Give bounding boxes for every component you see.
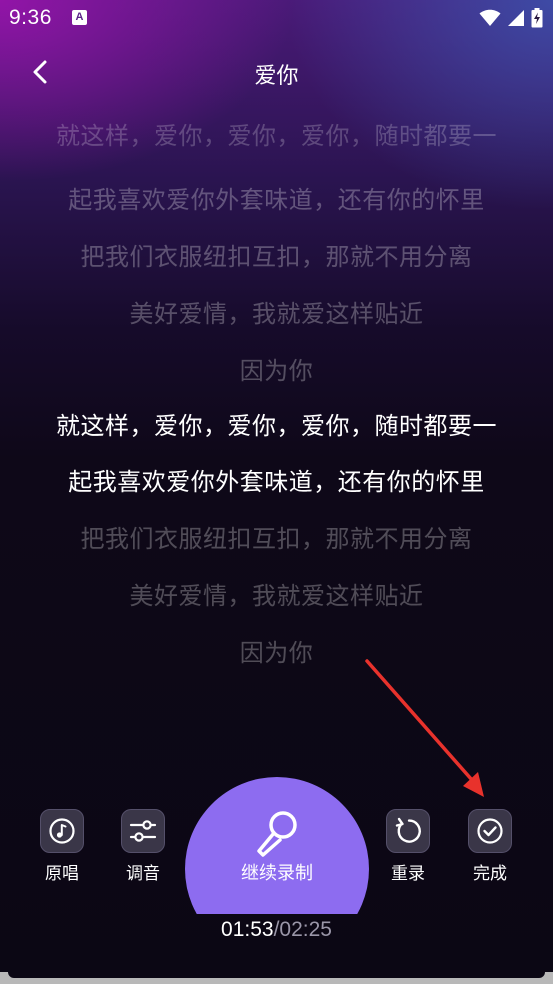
rerecord-label: 重录 — [391, 864, 425, 884]
battery-icon — [531, 8, 543, 28]
tuning-icon-box — [121, 809, 165, 853]
tuning-label: 调音 — [126, 864, 160, 884]
record-label: 继续录制 — [241, 863, 313, 884]
recording-timer: 01:53/02:25 — [0, 918, 553, 942]
microphone-icon — [257, 811, 297, 857]
lyric-line: 把我们衣服纽扣互扣，那就不用分离 — [80, 525, 473, 553]
lyric-line: 因为你 — [239, 357, 314, 385]
lyric-line: 美好爱情，我就爱这样贴近 — [129, 300, 424, 328]
status-time: 9:36 — [9, 6, 52, 29]
timer-total: 02:25 — [279, 918, 332, 941]
check-circle-icon — [477, 818, 503, 844]
bottom-edge — [0, 972, 553, 984]
timer-current: 01:53 — [221, 918, 274, 941]
recording-screen: 9:36 A 爱你 就这样，爱你，爱你，爱你，随时都要一 起我喜欢爱你外套味道，… — [0, 0, 553, 984]
lyric-line: 美好爱情，我就爱这样贴近 — [129, 582, 424, 610]
lyric-line-active: 起我喜欢爱你外套味道，还有你的怀里 — [68, 468, 485, 496]
sliders-icon — [129, 820, 157, 842]
lyric-line-active: 就这样，爱你，爱你，爱你，随时都要一 — [56, 412, 497, 440]
tuning-button[interactable]: 调音 — [108, 809, 178, 884]
status-icons — [479, 8, 543, 28]
original-vocal-label: 原唱 — [45, 864, 79, 884]
rerecord-button[interactable]: 重录 — [373, 809, 443, 884]
top-bar: 爱你 — [0, 44, 553, 100]
page-title: 爱你 — [254, 64, 299, 89]
finish-label: 完成 — [473, 864, 507, 884]
lyric-line: 起我喜欢爱你外套味道，还有你的怀里 — [68, 186, 485, 214]
app-notification-icon: A — [72, 10, 87, 25]
lyric-line: 因为你 — [239, 639, 314, 667]
redo-icon — [395, 817, 421, 843]
bottom-edge-inner — [8, 972, 545, 978]
original-vocal-button[interactable]: 原唱 — [27, 809, 97, 884]
lyrics-panel: 就这样，爱你，爱你，爱你，随时都要一 起我喜欢爱你外套味道，还有你的怀里 把我们… — [0, 120, 553, 680]
finish-button[interactable]: 完成 — [455, 809, 525, 884]
original-vocal-icon-box — [40, 809, 84, 853]
lyric-line: 就这样，爱你，爱你，爱你，随时都要一 — [56, 122, 497, 150]
record-button[interactable]: 继续录制 — [185, 777, 369, 914]
lyric-line: 把我们衣服纽扣互扣，那就不用分离 — [80, 243, 473, 271]
rerecord-icon-box — [386, 809, 430, 853]
status-bar: 9:36 A — [0, 0, 553, 38]
signal-icon — [508, 10, 524, 26]
music-note-icon — [49, 818, 75, 844]
wifi-icon — [479, 9, 501, 26]
finish-icon-box — [468, 809, 512, 853]
